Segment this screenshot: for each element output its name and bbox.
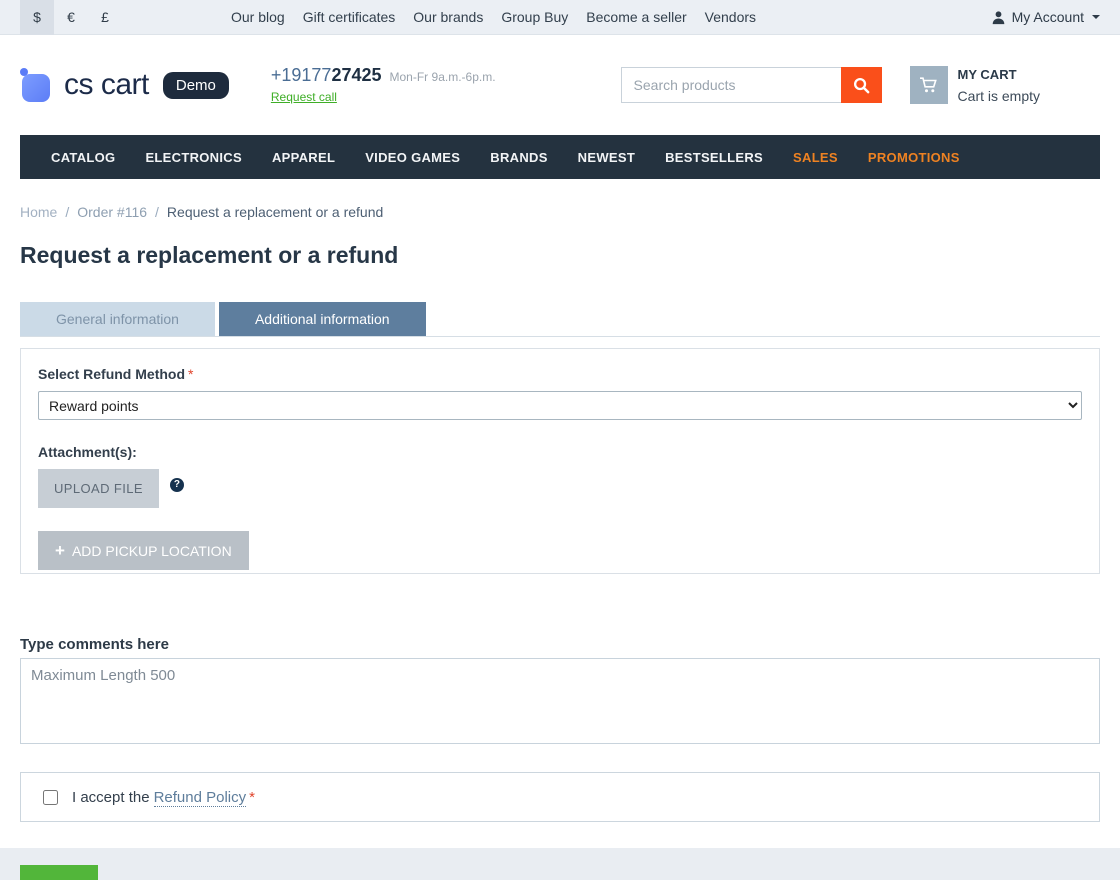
form-footer-bar <box>0 848 1120 880</box>
topbar-links: Our blog Gift certificates Our brands Gr… <box>222 9 765 25</box>
breadcrumb-order[interactable]: Order #116 <box>77 204 147 220</box>
my-account-menu[interactable]: My Account <box>991 9 1100 25</box>
logo-text: cs cart <box>64 68 149 101</box>
breadcrumb-home[interactable]: Home <box>20 204 57 220</box>
currency-eur[interactable]: € <box>54 0 88 35</box>
link-our-blog[interactable]: Our blog <box>222 9 294 25</box>
request-call-link[interactable]: Request call <box>271 90 337 104</box>
cart-status: Cart is empty <box>957 88 1041 104</box>
nav-promotions[interactable]: PROMOTIONS <box>853 150 975 165</box>
currency-gbp[interactable]: £ <box>88 0 122 35</box>
accept-policy-box: I accept the Refund Policy * <box>20 772 1100 822</box>
nav-catalog[interactable]: CATALOG <box>36 150 130 165</box>
link-group-buy[interactable]: Group Buy <box>492 9 577 25</box>
logo-icon <box>20 67 54 103</box>
help-icon[interactable]: ? <box>169 477 184 492</box>
logo[interactable]: cs cart Demo <box>20 67 229 103</box>
refund-method-select[interactable]: Reward points <box>38 391 1082 420</box>
mini-cart[interactable]: MY CART Cart is empty <box>909 66 1041 104</box>
nav-bestsellers[interactable]: BESTSELLERS <box>650 150 778 165</box>
breadcrumb: Home / Order #116 / Request a replacemen… <box>20 204 1100 220</box>
nav-video-games[interactable]: VIDEO GAMES <box>350 150 475 165</box>
phone-number: +1917727425 <box>270 64 382 85</box>
attachments-label: Attachment(s): <box>38 444 137 460</box>
plus-icon: + <box>55 541 65 560</box>
nav-brands[interactable]: BRANDS <box>475 150 562 165</box>
accept-checkbox[interactable] <box>43 789 58 805</box>
currency-usd[interactable]: $ <box>20 0 54 35</box>
add-pickup-location-label: ADD PICKUP LOCATION <box>71 542 232 559</box>
comments-label: Type comments here <box>20 636 169 653</box>
additional-information-panel: Select Refund Method * Reward points Atta… <box>20 348 1100 574</box>
link-gift-certificates[interactable]: Gift certificates <box>294 9 405 25</box>
add-pickup-location-button[interactable]: + ADD PICKUP LOCATION <box>38 531 249 570</box>
link-vendors[interactable]: Vendors <box>696 9 765 25</box>
refund-method-label: Select Refund Method * <box>38 366 194 382</box>
demo-badge: Demo <box>162 71 229 99</box>
chevron-down-icon <box>1092 15 1100 19</box>
working-hours: Mon-Fr 9a.m.-6p.m. <box>389 69 496 84</box>
page-title: Request a replacement or a refund <box>20 242 399 268</box>
search-icon <box>853 77 869 93</box>
nav-newest[interactable]: NEWEST <box>563 150 650 165</box>
required-mark: * <box>188 366 194 382</box>
accept-text: I accept the Refund Policy * <box>72 788 255 807</box>
refund-policy-link[interactable]: Refund Policy <box>153 788 247 807</box>
phone-block: +1917727425 Mon-Fr 9a.m.-6p.m. Request c… <box>271 65 496 106</box>
nav-electronics[interactable]: ELECTRONICS <box>130 150 256 165</box>
breadcrumb-separator: / <box>65 204 70 220</box>
search-bar <box>620 67 882 103</box>
breadcrumb-separator: / <box>155 204 159 220</box>
my-account-label: My Account <box>1011 9 1084 25</box>
cart-icon <box>919 76 937 92</box>
cart-title: MY CART <box>957 67 1017 82</box>
search-input[interactable] <box>620 67 841 103</box>
nav-sales[interactable]: SALES <box>778 150 853 165</box>
link-become-a-seller[interactable]: Become a seller <box>577 9 695 25</box>
required-mark: * <box>249 788 255 806</box>
user-icon <box>992 10 1004 24</box>
currency-selector: $ € £ <box>20 0 122 35</box>
tab-additional-information[interactable]: Additional information <box>218 302 426 336</box>
search-button[interactable] <box>840 67 882 103</box>
upload-file-button[interactable]: UPLOAD FILE <box>38 469 159 508</box>
tab-bar: General information Additional informati… <box>20 302 1100 337</box>
link-our-brands[interactable]: Our brands <box>404 9 492 25</box>
tab-general-information[interactable]: General information <box>20 302 215 336</box>
main-nav: CATALOG ELECTRONICS APPAREL VIDEO GAMES … <box>20 135 1100 179</box>
submit-button[interactable] <box>20 865 98 880</box>
nav-apparel[interactable]: APPAREL <box>257 150 350 165</box>
cart-icon-box <box>909 66 948 104</box>
comments-textarea[interactable] <box>20 658 1100 744</box>
top-bar: $ € £ Our blog Gift certificates Our bra… <box>0 0 1120 35</box>
site-header: cs cart Demo +1917727425 Mon-Fr 9a.m.-6p… <box>0 35 1120 135</box>
breadcrumb-current: Request a replacement or a refund <box>166 204 384 220</box>
